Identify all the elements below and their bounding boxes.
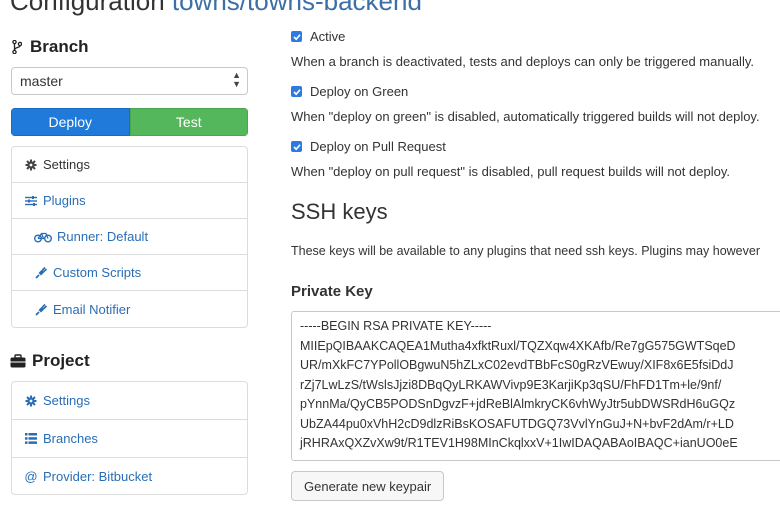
- project-nav-branches-label: Branches: [43, 431, 98, 446]
- deploy-on-pr-option: Deploy on Pull Request: [291, 139, 446, 154]
- private-key-textarea[interactable]: -----BEGIN RSA PRIVATE KEY----- MIIEpQIB…: [291, 311, 780, 461]
- project-nav-settings-label: Settings: [43, 393, 90, 408]
- active-help-text: When a branch is deactivated, tests and …: [291, 54, 754, 69]
- gear-icon: [24, 158, 38, 172]
- deploy-test-button-group: Deploy Test: [11, 108, 248, 136]
- key-line: rZj7LwLzS/tWslsJjzi8DBqQyLRKAWVivp9E3Kar…: [300, 377, 722, 392]
- branch-nav: Settings Plugins Runner: Default Custom …: [11, 146, 248, 328]
- deploy-on-green-option: Deploy on Green: [291, 84, 408, 99]
- key-line: jRHRAxQXZvXw9t/R1TEV1H98MInCkqlxxV+1IwID…: [300, 436, 738, 450]
- key-line: pYnnMa/QyCB5PODSnDgvzF+jdReBlAlmkryCK6vh…: [300, 397, 736, 411]
- branch-nav-plugins-label: Plugins: [43, 193, 86, 208]
- branch-nav-custom-scripts-label: Custom Scripts: [53, 265, 142, 280]
- sliders-icon: [24, 194, 38, 208]
- page-title: Configuration towns/towns-backend: [10, 0, 422, 17]
- branch-select[interactable]: master ▲ ▼: [11, 67, 248, 95]
- project-heading: Project: [10, 351, 90, 371]
- check-icon: [292, 33, 301, 40]
- briefcase-icon: [10, 354, 26, 368]
- branch-nav-settings[interactable]: Settings: [12, 147, 247, 183]
- key-line: MIIEpQIBAAKCAQEA1Mutha4xfktRuxl/TQZXqw4X…: [300, 338, 736, 353]
- branch-heading: Branch: [10, 37, 89, 57]
- key-line: -----BEGIN RSA PRIVATE KEY-----: [300, 319, 492, 333]
- ssh-keys-description: These keys will be available to any plug…: [291, 244, 761, 258]
- test-button[interactable]: Test: [129, 108, 248, 136]
- deploy-on-green-checkbox[interactable]: [291, 86, 302, 97]
- active-option: Active: [291, 29, 345, 44]
- branch-nav-email-notifier-label: Email Notifier: [53, 301, 131, 317]
- page-title-prefix: Configuration: [10, 0, 165, 16]
- list-icon: [24, 432, 38, 446]
- project-heading-label: Project: [32, 351, 90, 370]
- branch-nav-plugins[interactable]: Plugins: [12, 183, 247, 219]
- branch-nav-runner-label: Runner: Default: [57, 229, 149, 244]
- key-line: UR/mXkFC7YPollOBgwuN5hZLxC02evdTBbFcS0gR…: [300, 358, 734, 372]
- deploy-on-green-label: Deploy on Green: [310, 84, 409, 99]
- active-checkbox[interactable]: [291, 31, 302, 42]
- key-line: UbZA44pu0xVhH2cD9dlzRiBsKOSAFUTDGQ73VvlY…: [300, 416, 734, 431]
- project-nav-branches[interactable]: Branches: [12, 420, 247, 458]
- branch-nav-settings-label: Settings: [43, 157, 90, 172]
- active-label: Active: [310, 29, 346, 44]
- ssh-keys-title: SSH keys: [291, 199, 388, 224]
- select-arrows-icon: ▲ ▼: [232, 70, 241, 89]
- branch-nav-runner[interactable]: Runner: Default: [12, 219, 247, 255]
- page-title-repo: towns/towns-backend: [171, 0, 422, 16]
- plug-icon: [34, 302, 48, 316]
- deploy-button[interactable]: Deploy: [11, 108, 130, 136]
- deploy-on-pr-checkbox[interactable]: [291, 141, 302, 152]
- project-nav-settings[interactable]: Settings: [12, 382, 247, 420]
- branch-nav-custom-scripts[interactable]: Custom Scripts: [12, 255, 247, 291]
- branch-select-value: master: [20, 73, 63, 89]
- bicycle-icon: [34, 230, 52, 244]
- private-key-label: Private Key: [291, 283, 373, 300]
- plug-icon: [34, 266, 48, 280]
- check-icon: [292, 88, 301, 95]
- project-nav-provider-label: Provider: Bitbucket: [43, 468, 153, 484]
- branch-nav-email-notifier[interactable]: Email Notifier: [12, 291, 247, 327]
- deploy-on-pr-help-text: When "deploy on pull request" is disable…: [291, 164, 730, 179]
- gear-icon: [24, 394, 38, 408]
- project-nav-provider[interactable]: @ Provider: Bitbucket: [12, 458, 247, 494]
- generate-keypair-button[interactable]: Generate new keypair: [291, 471, 445, 501]
- project-nav: Settings Branches @ Provider: Bitbucket: [11, 381, 248, 495]
- deploy-on-green-help-text: When "deploy on green" is disabled, auto…: [291, 109, 760, 124]
- at-icon: @: [24, 468, 38, 484]
- check-icon: [292, 143, 301, 150]
- branch-heading-label: Branch: [30, 37, 89, 56]
- code-branch-icon: [10, 40, 24, 54]
- deploy-on-pr-label: Deploy on Pull Request: [310, 139, 446, 154]
